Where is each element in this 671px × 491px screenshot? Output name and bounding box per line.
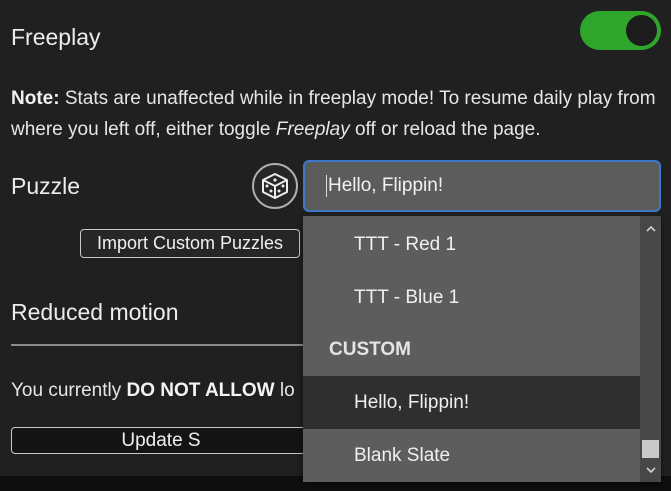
note-bold-label: Note: (11, 88, 60, 109)
note-italic-freeplay: Freeplay (275, 119, 350, 140)
random-puzzle-button[interactable] (252, 163, 298, 209)
scroll-down-icon[interactable] (640, 460, 661, 480)
puzzle-select-value: Hello, Flippin! (328, 175, 444, 196)
update-button[interactable]: Update S (11, 427, 311, 454)
note-text-after: off or reload the page. (349, 119, 541, 140)
dropdown-scrollbar[interactable] (640, 216, 661, 482)
section-divider (11, 344, 311, 346)
dropdown-option[interactable]: Blank Slate (303, 429, 640, 482)
toggle-knob (626, 15, 657, 46)
puzzle-label: Puzzle (11, 173, 81, 199)
scroll-thumb[interactable] (642, 440, 659, 458)
import-custom-puzzles-button[interactable]: Import Custom Puzzles (80, 229, 300, 258)
puzzle-select-input[interactable]: Hello, Flippin! (303, 160, 661, 212)
freeplay-label: Freeplay (11, 24, 101, 50)
text-caret (326, 175, 327, 197)
scroll-up-icon[interactable] (640, 218, 661, 238)
dropdown-option[interactable]: TTT - Red 1 (303, 218, 640, 271)
allow-bold: DO NOT ALLOW (126, 380, 275, 401)
freeplay-note: Note: Stats are unaffected while in free… (11, 83, 661, 145)
dropdown-group-header: CUSTOM (329, 339, 411, 360)
puzzle-dropdown-list[interactable]: TTT - Red 1 TTT - Blue 1 CUSTOM Hello, F… (303, 216, 661, 482)
dropdown-option[interactable]: TTT - Blue 1 (303, 271, 640, 324)
dropdown-option-selected[interactable]: Hello, Flippin! (303, 376, 640, 429)
allow-suffix: lo (274, 380, 295, 401)
freeplay-toggle[interactable] (580, 11, 661, 50)
reduced-motion-label: Reduced motion (11, 299, 179, 325)
dice-icon (262, 173, 288, 199)
allow-prefix: You currently (11, 380, 127, 401)
allow-status-text: You currently DO NOT ALLOW lo (11, 380, 295, 402)
